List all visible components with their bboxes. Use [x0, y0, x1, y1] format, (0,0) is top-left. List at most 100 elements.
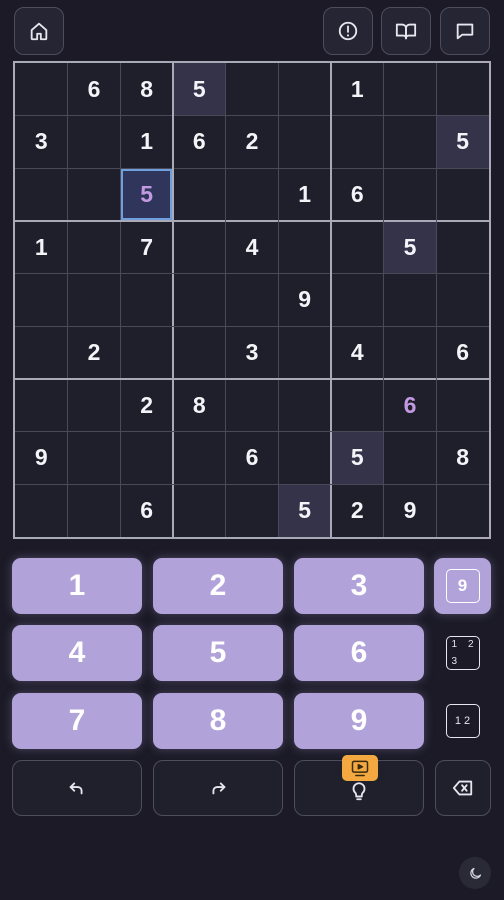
- sudoku-cell[interactable]: 5: [120, 168, 173, 221]
- sudoku-cell[interactable]: 6: [436, 326, 489, 379]
- number-button-1[interactable]: 1: [12, 558, 142, 614]
- sudoku-cell[interactable]: [15, 484, 68, 537]
- number-button-5[interactable]: 5: [153, 625, 283, 681]
- sudoku-cell[interactable]: 6: [173, 116, 226, 169]
- sudoku-cell[interactable]: [173, 274, 226, 327]
- sudoku-cell[interactable]: [436, 63, 489, 116]
- sudoku-cell[interactable]: [120, 432, 173, 485]
- sudoku-cell[interactable]: 2: [331, 484, 384, 537]
- number-button-6[interactable]: 6: [294, 625, 424, 681]
- mode-center-notes-button[interactable]: 1 2: [434, 693, 491, 749]
- hint-button[interactable]: [294, 755, 424, 816]
- redo-button[interactable]: [153, 760, 283, 816]
- sudoku-cell[interactable]: 9: [278, 274, 331, 327]
- erase-button[interactable]: [435, 760, 491, 816]
- sudoku-cell[interactable]: 5: [383, 221, 437, 274]
- sudoku-cell[interactable]: 1: [278, 168, 331, 221]
- sudoku-cell[interactable]: 4: [331, 326, 384, 379]
- sudoku-cell[interactable]: [68, 484, 121, 537]
- sudoku-cell[interactable]: 1: [331, 63, 384, 116]
- sudoku-cell[interactable]: [384, 63, 437, 116]
- sudoku-cell[interactable]: [15, 326, 68, 379]
- sudoku-cell[interactable]: [436, 484, 489, 537]
- undo-button[interactable]: [12, 760, 142, 816]
- sudoku-cell[interactable]: [384, 116, 437, 169]
- sudoku-cell[interactable]: [68, 221, 121, 274]
- sudoku-cell[interactable]: 6: [226, 432, 279, 485]
- sudoku-cell[interactable]: [278, 63, 331, 116]
- sudoku-cell[interactable]: 6: [331, 168, 384, 221]
- sudoku-cell[interactable]: [68, 168, 121, 221]
- mode-big-digit-button[interactable]: 9: [434, 558, 491, 614]
- sudoku-cell[interactable]: [68, 274, 121, 327]
- sudoku-cell[interactable]: 3: [15, 116, 68, 169]
- number-button-3[interactable]: 3: [294, 558, 424, 614]
- sudoku-cell[interactable]: [15, 274, 68, 327]
- sudoku-cell[interactable]: [173, 326, 226, 379]
- sudoku-cell[interactable]: [436, 274, 489, 327]
- sudoku-cell[interactable]: [331, 274, 384, 327]
- sudoku-cell[interactable]: 6: [120, 484, 173, 537]
- sudoku-cell[interactable]: 1: [120, 116, 173, 169]
- sudoku-cell[interactable]: [278, 326, 331, 379]
- sudoku-cell[interactable]: [384, 274, 437, 327]
- sudoku-cell[interactable]: [278, 432, 331, 485]
- sudoku-cell[interactable]: [15, 379, 68, 432]
- feedback-button[interactable]: [440, 7, 490, 55]
- info-button[interactable]: [323, 7, 373, 55]
- number-button-9[interactable]: 9: [294, 693, 424, 749]
- sudoku-cell[interactable]: 8: [120, 63, 173, 116]
- sudoku-cell[interactable]: [226, 274, 279, 327]
- sudoku-cell[interactable]: 5: [436, 115, 489, 169]
- sudoku-cell[interactable]: 6: [68, 63, 121, 116]
- sudoku-cell[interactable]: 6: [384, 379, 437, 432]
- sudoku-cell[interactable]: [226, 379, 279, 432]
- sudoku-cell[interactable]: [173, 432, 226, 485]
- sudoku-cell[interactable]: [68, 116, 121, 169]
- number-button-8[interactable]: 8: [153, 693, 283, 749]
- sudoku-cell[interactable]: [173, 484, 226, 537]
- sudoku-cell[interactable]: [68, 379, 121, 432]
- sudoku-cell[interactable]: [15, 168, 68, 221]
- sudoku-cell[interactable]: [384, 326, 437, 379]
- sudoku-cell[interactable]: [226, 484, 279, 537]
- sudoku-cell[interactable]: [278, 221, 331, 274]
- sudoku-cell[interactable]: 9: [384, 484, 437, 537]
- sudoku-cell[interactable]: 5: [173, 63, 226, 116]
- sudoku-cell[interactable]: 5: [331, 431, 384, 485]
- sudoku-cell[interactable]: [68, 432, 121, 485]
- sudoku-cell[interactable]: [226, 63, 279, 116]
- sudoku-cell[interactable]: 8: [436, 432, 489, 485]
- sudoku-cell[interactable]: [384, 432, 437, 485]
- sudoku-cell[interactable]: [384, 168, 437, 221]
- sudoku-cell[interactable]: 2: [68, 326, 121, 379]
- rules-button[interactable]: [381, 7, 431, 55]
- home-button[interactable]: [14, 7, 64, 55]
- number-button-4[interactable]: 4: [12, 625, 142, 681]
- sudoku-cell[interactable]: 9: [15, 432, 68, 485]
- sudoku-cell[interactable]: [331, 379, 384, 432]
- sudoku-cell[interactable]: [436, 221, 489, 274]
- number-button-2[interactable]: 2: [153, 558, 283, 614]
- sudoku-cell[interactable]: [278, 116, 331, 169]
- sudoku-cell[interactable]: 1: [15, 221, 68, 274]
- sudoku-cell[interactable]: [436, 379, 489, 432]
- sudoku-cell[interactable]: 8: [173, 379, 226, 432]
- sudoku-cell[interactable]: [226, 168, 279, 221]
- sudoku-cell[interactable]: [15, 63, 68, 116]
- sudoku-cell[interactable]: [120, 326, 173, 379]
- number-button-7[interactable]: 7: [12, 693, 142, 749]
- sudoku-cell[interactable]: 3: [226, 326, 279, 379]
- mode-corner-notes-button[interactable]: 1 2 3: [434, 625, 491, 681]
- sudoku-cell[interactable]: 7: [120, 221, 173, 274]
- sudoku-cell[interactable]: [278, 379, 331, 432]
- sudoku-cell[interactable]: [120, 274, 173, 327]
- sudoku-cell[interactable]: 5: [278, 484, 331, 537]
- sudoku-cell[interactable]: 2: [120, 379, 173, 432]
- sudoku-cell[interactable]: 4: [226, 221, 279, 274]
- sudoku-cell[interactable]: [331, 221, 384, 274]
- sudoku-cell[interactable]: 2: [226, 116, 279, 169]
- sudoku-cell[interactable]: [436, 168, 489, 221]
- theme-toggle-button[interactable]: [459, 857, 491, 889]
- sudoku-cell[interactable]: [173, 221, 226, 274]
